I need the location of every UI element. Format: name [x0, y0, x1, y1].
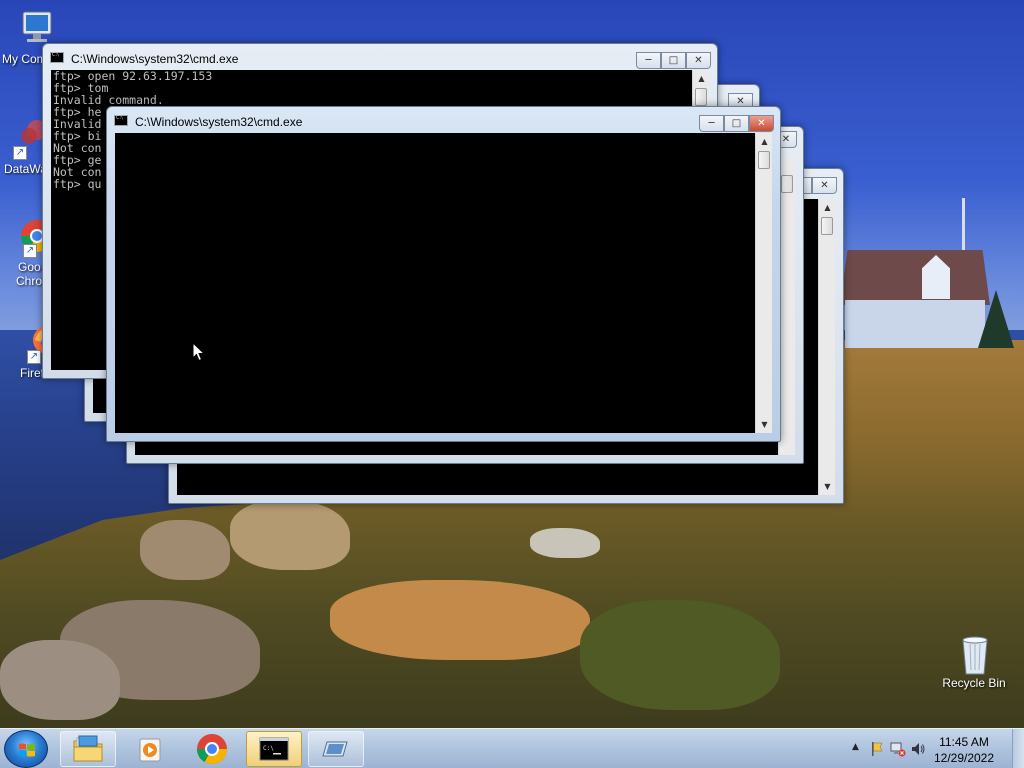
chrome-icon	[197, 734, 227, 765]
taskbar-media-player[interactable]	[122, 731, 178, 767]
scroll-up-icon[interactable]: ▲	[756, 133, 773, 150]
maximize-button[interactable]: □	[724, 115, 749, 132]
svg-text:C:\: C:\	[263, 745, 274, 752]
title-bar[interactable]: C:\Windows\system32\cmd.exe ─ □ ✕	[107, 107, 780, 133]
window-controls: ─ □ ✕	[636, 52, 711, 70]
start-button[interactable]	[4, 730, 48, 768]
wallpaper-rock	[230, 500, 350, 570]
scroll-thumb[interactable]	[781, 175, 793, 193]
console-area[interactable]: ▲ ▼	[115, 133, 772, 433]
network-warning-icon[interactable]	[890, 741, 906, 757]
action-center-flag-icon[interactable]	[870, 741, 884, 757]
notification-area: ▲ 11:45 AM 12/29/2022	[844, 729, 1024, 768]
vertical-scrollbar[interactable]: ▲ ▼	[755, 133, 772, 433]
scroll-thumb[interactable]	[758, 151, 770, 169]
media-player-icon	[139, 738, 161, 762]
vertical-scrollbar[interactable]: ▲ ▼	[818, 199, 835, 495]
wallpaper-rock	[0, 640, 120, 720]
console-output	[117, 133, 754, 433]
wallpaper-rock	[330, 580, 590, 660]
windows-logo-icon	[19, 743, 35, 757]
system-clock[interactable]: 11:45 AM 12/29/2022	[924, 734, 1004, 766]
console-line: Invalid command.	[53, 93, 164, 107]
computer-icon	[17, 8, 57, 48]
show-desktop-button[interactable]	[1012, 729, 1024, 768]
wallpaper-rock	[140, 520, 230, 580]
taskbar-cmd[interactable]: C:\	[246, 731, 302, 767]
recycle-bin-icon	[955, 632, 995, 675]
window-controls: ─ □ ✕	[699, 115, 774, 133]
taskbar: C:\ ▲ 11:45 AM 12/29/2022	[0, 728, 1024, 768]
wallpaper-rock	[530, 528, 600, 558]
taskbar-remote-desktop[interactable]	[308, 731, 364, 767]
minimize-button[interactable]: ─	[636, 52, 661, 69]
window-title: C:\Windows\system32\cmd.exe	[71, 52, 239, 66]
remote-desktop-icon	[322, 741, 348, 757]
wallpaper-bush	[580, 600, 780, 710]
cmd-window-active[interactable]: C:\Windows\system32\cmd.exe ─ □ ✕ ▲ ▼	[106, 106, 781, 442]
scroll-down-icon[interactable]: ▼	[756, 416, 773, 433]
console-line: ftp> open 92.63.197.153	[53, 70, 213, 83]
scroll-up-icon[interactable]: ▲	[819, 199, 836, 216]
minimize-button[interactable]: ─	[699, 115, 724, 132]
scroll-down-icon[interactable]: ▼	[819, 478, 836, 495]
close-button[interactable]: ✕	[749, 115, 774, 132]
shortcut-arrow-icon: ↗	[27, 350, 41, 364]
clock-date: 12/29/2022	[933, 751, 995, 765]
desktop-icon-recycle-bin[interactable]: Recycle Bin	[940, 632, 1010, 690]
title-bar[interactable]: C:\Windows\system32\cmd.exe ─ □ ✕	[43, 44, 717, 70]
shortcut-arrow-icon: ↗	[23, 244, 37, 258]
show-hidden-icons-icon[interactable]: ▲	[852, 742, 859, 752]
house	[845, 300, 985, 348]
window-title: C:\Windows\system32\cmd.exe	[135, 115, 303, 129]
mouse-cursor-icon	[192, 342, 206, 362]
taskbar-chrome[interactable]	[184, 731, 240, 767]
clock-time: 11:45 AM	[939, 735, 989, 749]
scroll-thumb[interactable]	[695, 88, 707, 106]
close-button[interactable]: ✕	[686, 52, 711, 69]
folder-icon	[73, 735, 103, 762]
scroll-up-icon[interactable]: ▲	[693, 70, 710, 87]
close-button[interactable]: ✕	[812, 177, 837, 194]
house-roof	[840, 250, 990, 305]
cmd-icon	[50, 52, 64, 63]
shortcut-arrow-icon: ↗	[13, 146, 27, 160]
cmd-icon: C:\	[259, 737, 289, 761]
maximize-button[interactable]: □	[661, 52, 686, 69]
desktop-icon-label: Recycle Bin	[942, 676, 1006, 690]
cmd-icon	[114, 115, 128, 126]
scroll-thumb[interactable]	[821, 217, 833, 235]
taskbar-windows-explorer[interactable]	[60, 731, 116, 767]
